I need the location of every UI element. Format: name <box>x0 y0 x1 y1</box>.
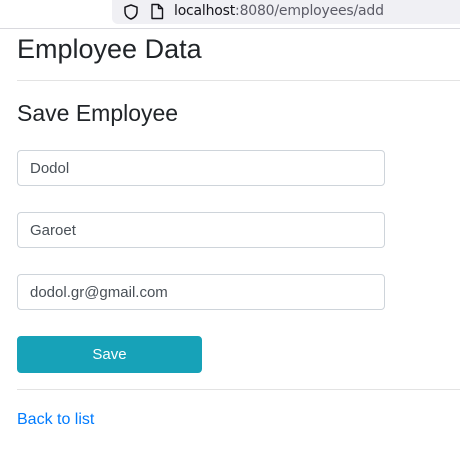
last-name-input[interactable] <box>17 212 385 248</box>
email-input[interactable] <box>17 274 385 310</box>
url-text[interactable]: localhost:8080/employees/add <box>174 3 384 20</box>
url-host: localhost <box>174 3 236 19</box>
url-path: :8080/employees/add <box>235 3 384 19</box>
shield-icon[interactable] <box>124 4 138 20</box>
section-title: Save Employee <box>17 100 179 126</box>
divider <box>17 80 460 81</box>
back-to-list-link[interactable]: Back to list <box>17 410 94 430</box>
page-icon[interactable] <box>150 3 164 20</box>
save-button[interactable]: Save <box>17 336 202 373</box>
first-name-input[interactable] <box>17 150 385 186</box>
page-title: Employee Data <box>17 34 202 64</box>
toolbar-divider <box>0 28 460 29</box>
divider <box>17 389 460 390</box>
